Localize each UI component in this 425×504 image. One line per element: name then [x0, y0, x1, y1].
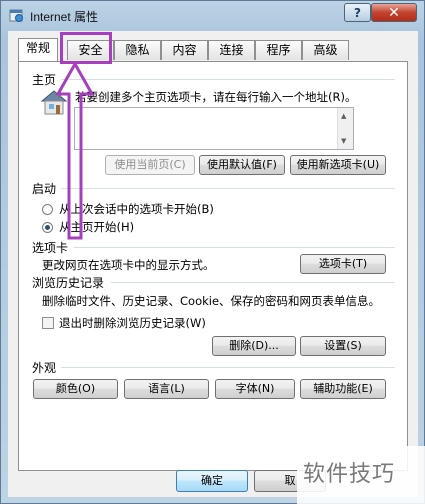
home-page-url-input[interactable]: ▲ ▼	[74, 107, 354, 150]
watermark: 软件技巧	[297, 446, 425, 504]
scroll-up-icon[interactable]: ▲	[341, 112, 346, 120]
use-current-button[interactable]: 使用当前页(C)	[105, 155, 195, 175]
internet-options-icon	[9, 9, 23, 22]
history-group-label: 浏览历史记录	[32, 276, 105, 290]
tabs-description: 更改网页在选项卡中的显示方式。	[42, 258, 215, 272]
security-tab-highlight-box	[60, 32, 112, 64]
home-page-instructions: 若要创建多个主页选项卡，请在每行输入一个地址(R)。	[75, 90, 357, 104]
delete-history-button[interactable]: 删除(D)...	[212, 336, 296, 356]
window-title: Internet 属性	[30, 10, 99, 24]
history-description: 删除临时文件、历史记录、Cookie、保存的密码和网页表单信息。	[42, 294, 381, 308]
startup-divider	[61, 188, 395, 189]
fonts-button[interactable]: 字体(N)	[215, 379, 295, 399]
tabs-divider	[74, 247, 395, 248]
tab-content[interactable]: 内容	[161, 40, 208, 60]
use-default-button[interactable]: 使用默认值(F)	[199, 155, 285, 175]
start-last-session-radio[interactable]	[42, 204, 53, 215]
ok-button[interactable]: 确定	[176, 470, 248, 492]
startup-group-label: 启动	[32, 182, 57, 196]
tab-advanced[interactable]: 高级	[302, 40, 349, 60]
appearance-group-label: 外观	[32, 361, 57, 375]
tabs-settings-button[interactable]: 选项卡(T)	[300, 254, 386, 274]
use-new-tab-button[interactable]: 使用新选项卡(U)	[290, 155, 386, 175]
appearance-divider	[61, 367, 395, 368]
title-bar[interactable]: Internet 属性 ? ✕	[1, 1, 424, 31]
up-arrow-annotation-icon	[55, 62, 95, 240]
colors-button[interactable]: 颜色(O)	[33, 379, 118, 399]
accessibility-button[interactable]: 辅助功能(E)	[300, 379, 386, 399]
home-page-divider	[61, 79, 395, 80]
history-settings-button[interactable]: 设置(S)	[300, 336, 386, 356]
delete-on-exit-checkbox[interactable]	[42, 317, 54, 329]
tab-programs[interactable]: 程序	[255, 40, 302, 60]
help-button[interactable]: ?	[344, 3, 371, 22]
close-button[interactable]: ✕	[371, 3, 417, 22]
watermark-text: 软件技巧	[303, 462, 396, 487]
languages-button[interactable]: 语言(L)	[124, 379, 209, 399]
delete-on-exit-label[interactable]: 退出时删除浏览历史记录(W)	[59, 315, 206, 331]
tab-general[interactable]: 常规	[18, 38, 58, 61]
start-home-page-radio[interactable]	[42, 222, 53, 233]
history-divider	[111, 282, 395, 283]
tab-connections[interactable]: 连接	[208, 40, 255, 60]
tabs-group-label: 选项卡	[32, 241, 69, 255]
url-scrollbar[interactable]: ▲ ▼	[337, 108, 353, 149]
tab-privacy[interactable]: 隐私	[114, 40, 161, 60]
scroll-down-icon[interactable]: ▼	[341, 137, 346, 145]
